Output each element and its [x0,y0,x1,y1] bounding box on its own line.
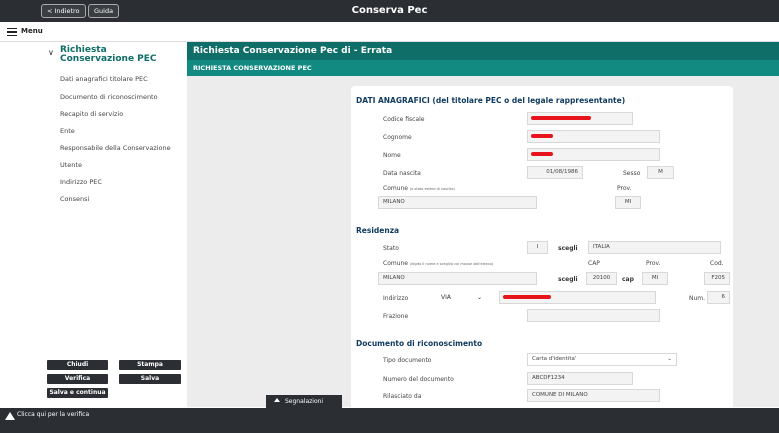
sidebar-item-ente[interactable]: Ente [60,127,75,135]
data-nascita-input[interactable]: 01/08/1986 [527,166,583,179]
sidebar-item-indirizzo-pec[interactable]: Indirizzo PEC [60,178,102,186]
redaction-mark [503,295,551,299]
sidebar-item-recapito[interactable]: Recapito di servizio [60,110,123,118]
segnalazioni-label: Segnalazioni [285,398,324,405]
scegli-comune-button[interactable]: scegli [558,276,578,283]
sidebar-item-documento[interactable]: Documento di riconoscimento [60,93,158,101]
redaction-mark [531,152,553,156]
tipo-documento-label: Tipo documento [383,357,432,364]
cognome-label: Cognome [383,134,412,141]
sidebar-item-consensi[interactable]: Consensi [60,195,89,203]
chevron-down-icon[interactable]: ∨ [48,48,54,57]
section-title-documento: Documento di riconoscimento [356,339,483,348]
sidebar-item-responsabile[interactable]: Responsabile della Conservazione [60,144,171,152]
salva-button[interactable]: Salva [119,374,181,384]
data-nascita-label: Data nascita [383,170,421,177]
comune-nascita-input[interactable]: MILANO [378,196,537,209]
tipo-documento-select[interactable]: Carta d'identita' ⌄ [527,353,677,366]
page-title: Richiesta Conservazione Pec di - Errata [187,42,779,60]
redaction-mark [531,134,553,138]
sesso-input[interactable]: M [647,166,674,179]
cap-input[interactable]: 20100 [586,272,617,285]
frazione-input[interactable] [527,309,660,322]
main-content: Richiesta Conservazione Pec di - Errata … [187,42,779,407]
via-select-value: VIA [441,294,451,301]
app-title: Conserva Pec [351,5,428,16]
chevron-down-icon: ⌄ [476,294,483,301]
comune-nascita-label: Comune (o stato estero di nascita) [383,185,455,192]
chiudi-button[interactable]: Chiudi [47,360,108,370]
codice-fiscale-label: Codice fiscale [383,116,425,123]
num-input[interactable]: 6 [707,291,730,304]
rilasciato-label: Rilasciato da [383,393,422,400]
salva-continua-button[interactable]: Salva e continua [47,388,108,398]
cod-input[interactable]: F205 [704,272,730,285]
cap-label: CAP [588,260,600,267]
form-card: DATI ANAGRAFICI (del titolare PEC o del … [351,86,733,407]
menu-label[interactable]: Menu [21,27,43,35]
redaction-mark [531,116,591,120]
sidebar-item-utente[interactable]: Utente [60,161,82,169]
section-title-residenza: Residenza [356,226,400,235]
comune-nascita-hint: (o stato estero di nascita) [409,187,455,191]
hamburger-icon[interactable] [7,28,17,36]
menu-bar[interactable]: Menu [0,22,779,42]
verifica-button[interactable]: Verifica [47,374,108,384]
stato-value-input[interactable]: ITALIA [588,241,721,254]
rilasciato-input[interactable]: COMUNE DI MILANO [527,389,660,402]
sidebar-title[interactable]: Richiesta Conservazione PEC [60,46,180,64]
stampa-button[interactable]: Stampa [119,360,181,370]
chevron-down-icon: ⌄ [667,356,672,362]
sidebar: ∨ Richiesta Conservazione PEC Dati anagr… [0,42,187,407]
numero-documento-input[interactable]: ABCDF1234 [527,372,633,385]
top-bar: < Indietro Guida Conserva Pec [0,0,779,22]
prov-residenza-input[interactable]: MI [642,272,668,285]
numero-documento-label: Numero del documento [383,376,454,383]
verification-text[interactable]: Clicca qui per la verifica [17,411,89,418]
prov-nascita-input[interactable]: MI [615,196,641,209]
verification-bar[interactable]: Clicca qui per la verifica [0,408,779,433]
comune-residenza-label-text: Comune [383,260,409,267]
prov-nascita-label: Prov. [617,185,632,192]
page-subtitle: RICHIESTA CONSERVAZIONE PEC [187,60,779,76]
nome-label: Nome [383,152,401,159]
frazione-label: Frazione [383,313,409,320]
stato-code-input[interactable]: I [527,241,548,254]
prov-residenza-label: Prov. [646,260,661,267]
section-title-anagrafici: DATI ANAGRAFICI (del titolare PEC o del … [356,96,626,105]
via-select[interactable]: VIA ⌄ [441,294,482,301]
stato-label: Stato [383,245,399,252]
tipo-documento-value: Carta d'identita' [532,356,577,362]
comune-residenza-label: Comune (digita il nome e scegli/o col mo… [383,260,493,267]
cap-button[interactable]: cap [622,276,634,283]
sesso-label: Sesso [623,170,641,177]
indirizzo-label: Indirizzo [383,295,409,302]
warning-icon [5,412,15,420]
sidebar-item-dati-anagrafici[interactable]: Dati anagrafici titolare PEC [60,75,148,83]
comune-nascita-label-text: Comune [383,185,409,192]
num-label: Num. [689,295,706,302]
segnalazioni-tab[interactable]: Segnalazioni [266,395,342,408]
comune-residenza-input[interactable]: MILANO [378,272,537,285]
comune-residenza-hint: (digita il nome e scegli/o col mouse dal… [409,262,494,266]
cod-label: Cod. [710,260,724,267]
scegli-stato-button[interactable]: scegli [558,245,578,252]
arrow-up-icon [274,398,280,402]
